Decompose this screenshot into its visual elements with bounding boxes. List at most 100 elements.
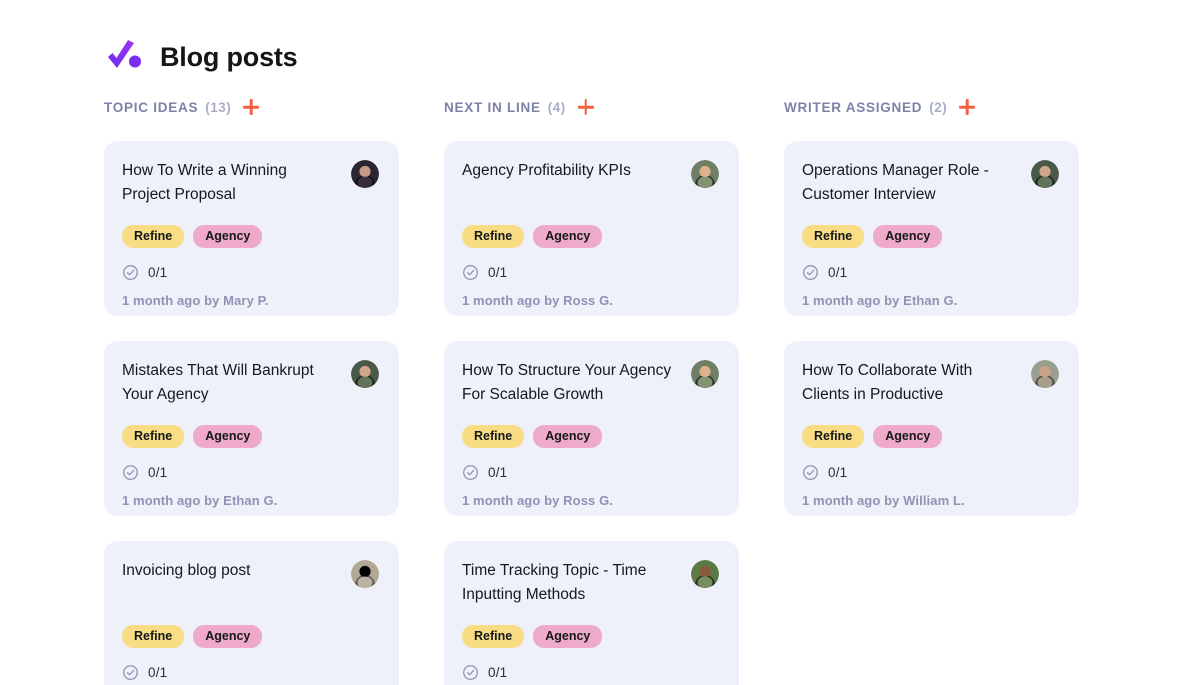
- progress-text: 0/1: [148, 465, 168, 480]
- card-meta: 1 month ago by William L.: [802, 493, 965, 508]
- progress-text: 0/1: [828, 465, 848, 480]
- checkmark-dot-logo: [108, 40, 141, 68]
- card-tags: Refine Agency: [802, 425, 1059, 448]
- card-title: Mistakes That Will Bankrupt Your Agency: [122, 362, 314, 403]
- card-top: Agency Profitability KPIs: [462, 159, 719, 225]
- plus-icon[interactable]: [577, 98, 595, 116]
- card-top: How To Collaborate With Clients in Produ…: [802, 359, 1059, 425]
- tag-refine[interactable]: Refine: [802, 425, 865, 448]
- board-column: NEXT IN LINE (4) Agency Profitability KPIs…: [444, 90, 739, 685]
- avatar[interactable]: [691, 160, 719, 188]
- card-tags: Refine Agency: [122, 425, 379, 448]
- tag-agency[interactable]: Agency: [533, 425, 603, 448]
- board-card[interactable]: Time Tracking Topic - Time Inputting Met…: [444, 541, 739, 685]
- card-tags: Refine Agency: [462, 225, 719, 248]
- tag-refine[interactable]: Refine: [462, 425, 525, 448]
- check-circle-icon: [802, 464, 819, 481]
- avatar[interactable]: [1031, 160, 1059, 188]
- progress-text: 0/1: [148, 665, 168, 680]
- check-circle-icon: [122, 264, 139, 281]
- card-progress: 0/1: [122, 464, 379, 481]
- board-card[interactable]: Operations Manager Role - Customer Inter…: [784, 141, 1079, 316]
- plus-icon[interactable]: [242, 98, 260, 116]
- card-progress: 0/1: [802, 264, 1059, 281]
- card-list: Agency Profitability KPIs Refine Agency 0/1…: [444, 141, 739, 685]
- avatar[interactable]: [691, 360, 719, 388]
- tag-refine[interactable]: Refine: [122, 625, 185, 648]
- card-progress: 0/1: [122, 664, 379, 681]
- check-circle-icon: [462, 264, 479, 281]
- check-circle-icon: [802, 264, 819, 281]
- progress-text: 0/1: [488, 265, 508, 280]
- board-card[interactable]: How To Structure Your Agency For Scalabl…: [444, 341, 739, 516]
- column-count: (2): [929, 99, 948, 115]
- card-top: How To Structure Your Agency For Scalabl…: [462, 359, 719, 425]
- avatar[interactable]: [351, 160, 379, 188]
- card-progress: 0/1: [462, 464, 719, 481]
- card-progress: 0/1: [462, 664, 719, 681]
- column-title: NEXT IN LINE: [444, 99, 541, 115]
- card-top: Mistakes That Will Bankrupt Your Agency: [122, 359, 379, 425]
- card-list: Operations Manager Role - Customer Inter…: [784, 141, 1079, 516]
- card-title: How To Write a Winning Project Proposal: [122, 162, 287, 203]
- progress-text: 0/1: [148, 265, 168, 280]
- card-top: Invoicing blog post: [122, 559, 379, 625]
- kanban-board: TOPIC IDEAS (13) How To Write a Winning Pr…: [0, 90, 1200, 685]
- card-title: How To Collaborate With Clients in Produ…: [802, 362, 973, 403]
- avatar[interactable]: [351, 360, 379, 388]
- column-header: WRITER ASSIGNED (2): [784, 90, 1079, 124]
- check-circle-icon: [122, 464, 139, 481]
- page-header: Blog posts: [0, 0, 1200, 90]
- column-header: NEXT IN LINE (4): [444, 90, 739, 124]
- card-title: Invoicing blog post: [122, 562, 251, 579]
- progress-text: 0/1: [488, 465, 508, 480]
- avatar[interactable]: [1031, 360, 1059, 388]
- check-circle-icon: [462, 464, 479, 481]
- tag-refine[interactable]: Refine: [122, 225, 185, 248]
- card-top: Operations Manager Role - Customer Inter…: [802, 159, 1059, 225]
- card-tags: Refine Agency: [802, 225, 1059, 248]
- page-title: Blog posts: [160, 41, 298, 72]
- card-tags: Refine Agency: [462, 625, 719, 648]
- tag-agency[interactable]: Agency: [193, 625, 263, 648]
- board-column: TOPIC IDEAS (13) How To Write a Winning Pr…: [104, 90, 399, 685]
- card-tags: Refine Agency: [122, 625, 379, 648]
- tag-refine[interactable]: Refine: [122, 425, 185, 448]
- tag-refine[interactable]: Refine: [462, 625, 525, 648]
- progress-text: 0/1: [488, 665, 508, 680]
- check-circle-icon: [462, 664, 479, 681]
- column-count: (4): [547, 99, 566, 115]
- tag-agency[interactable]: Agency: [873, 425, 943, 448]
- column-count: (13): [205, 99, 232, 115]
- tag-refine[interactable]: Refine: [462, 225, 525, 248]
- board-card[interactable]: Invoicing blog post Refine Agency 0/1: [104, 541, 399, 685]
- board-card[interactable]: Agency Profitability KPIs Refine Agency 0/1…: [444, 141, 739, 316]
- avatar[interactable]: [351, 560, 379, 588]
- tag-agency[interactable]: Agency: [873, 225, 943, 248]
- card-title: Time Tracking Topic - Time Inputting Met…: [462, 562, 647, 603]
- card-tags: Refine Agency: [462, 425, 719, 448]
- card-tags: Refine Agency: [122, 225, 379, 248]
- board-column: WRITER ASSIGNED (2) Operations Manager Rol…: [784, 90, 1079, 516]
- board-card[interactable]: How To Collaborate With Clients in Produ…: [784, 341, 1079, 516]
- card-title: Operations Manager Role - Customer Inter…: [802, 162, 989, 203]
- board-card[interactable]: Mistakes That Will Bankrupt Your Agency R…: [104, 341, 399, 516]
- card-list: How To Write a Winning Project Proposal R…: [104, 141, 399, 685]
- tag-agency[interactable]: Agency: [193, 225, 263, 248]
- column-header: TOPIC IDEAS (13): [104, 90, 399, 124]
- card-meta: 1 month ago by Mary P.: [122, 293, 269, 308]
- tag-agency[interactable]: Agency: [193, 425, 263, 448]
- avatar[interactable]: [691, 560, 719, 588]
- tag-agency[interactable]: Agency: [533, 625, 603, 648]
- card-meta: 1 month ago by Ross G.: [462, 293, 613, 308]
- card-title: How To Structure Your Agency For Scalabl…: [462, 362, 672, 403]
- card-meta: 1 month ago by Ethan G.: [122, 493, 278, 508]
- column-title: WRITER ASSIGNED: [784, 99, 923, 115]
- column-title: TOPIC IDEAS: [104, 99, 199, 115]
- plus-icon[interactable]: [958, 98, 976, 116]
- tag-refine[interactable]: Refine: [802, 225, 865, 248]
- card-top: Time Tracking Topic - Time Inputting Met…: [462, 559, 719, 625]
- tag-agency[interactable]: Agency: [533, 225, 603, 248]
- card-title: Agency Profitability KPIs: [462, 162, 631, 179]
- board-card[interactable]: How To Write a Winning Project Proposal R…: [104, 141, 399, 316]
